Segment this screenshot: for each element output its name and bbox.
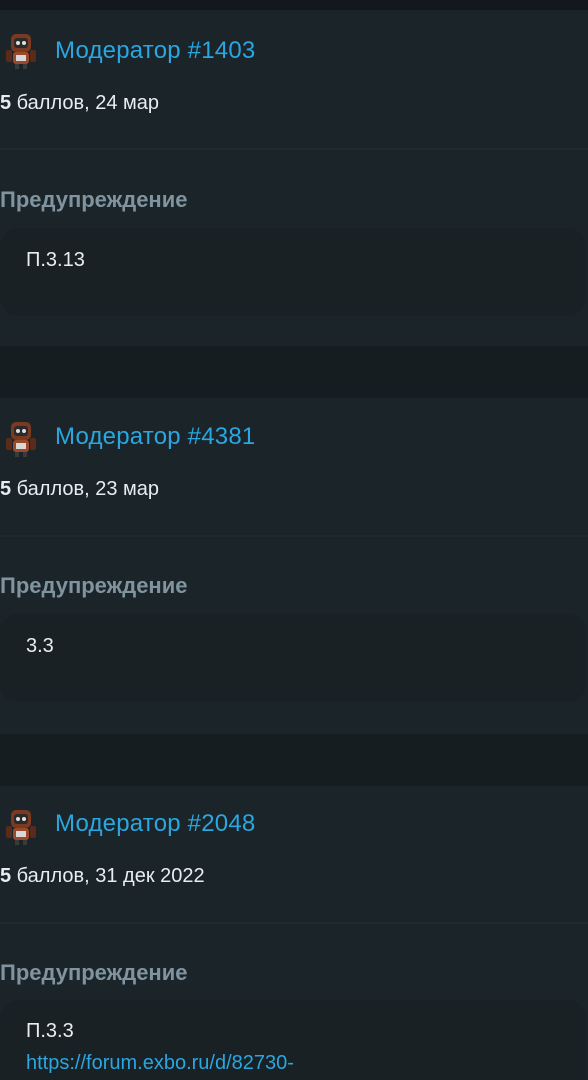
card-gap — [0, 734, 588, 786]
warnings-list-page: Модератор #1403 5 баллов, 24 мар Предупр… — [0, 0, 588, 1080]
points-value: 5 — [0, 865, 12, 887]
robot-avatar-icon[interactable] — [2, 30, 40, 70]
card-gap — [0, 346, 588, 398]
warning-card: Модератор #4381 5 баллов, 23 мар Предупр… — [0, 398, 588, 734]
divider — [0, 148, 588, 150]
reason-text: 3.3 — [26, 635, 54, 657]
warning-card: Модератор #1403 5 баллов, 24 мар Предупр… — [0, 10, 588, 346]
points-date: 5 баллов, 24 мар — [0, 92, 159, 115]
divider — [0, 922, 588, 924]
moderator-link[interactable]: Модератор #1403 — [55, 37, 255, 65]
points-date: 5 баллов, 23 мар — [0, 478, 159, 501]
robot-avatar-icon[interactable] — [2, 418, 40, 458]
warning-type-label: Предупреждение — [0, 187, 188, 212]
points-date-text: баллов, 24 мар — [11, 92, 160, 114]
moderator-link[interactable]: Модератор #4381 — [55, 423, 255, 451]
reason-box: П.3.3 https://forum.exbo.ru/d/82730- — [0, 1000, 586, 1080]
warning-type-label: Предупреждение — [0, 573, 188, 598]
reason-text: П.3.3 — [26, 1020, 74, 1042]
divider — [0, 535, 588, 537]
points-date-text: баллов, 23 мар — [11, 478, 160, 500]
warning-type-label: Предупреждение — [0, 960, 188, 985]
moderator-link[interactable]: Модератор #2048 — [55, 810, 255, 838]
reason-text: П.3.13 — [26, 249, 85, 271]
robot-avatar-icon[interactable] — [2, 806, 40, 846]
points-value: 5 — [0, 478, 12, 500]
points-date: 5 баллов, 31 дек 2022 — [0, 865, 205, 888]
top-strip — [0, 0, 588, 10]
points-value: 5 — [0, 92, 12, 114]
reason-link[interactable]: https://forum.exbo.ru/d/82730- — [26, 1052, 294, 1075]
warning-card: Модератор #2048 5 баллов, 31 дек 2022 Пр… — [0, 786, 588, 1080]
reason-box: П.3.13 — [0, 228, 586, 316]
points-date-text: баллов, 31 дек 2022 — [11, 865, 205, 887]
reason-box: 3.3 — [0, 614, 586, 702]
